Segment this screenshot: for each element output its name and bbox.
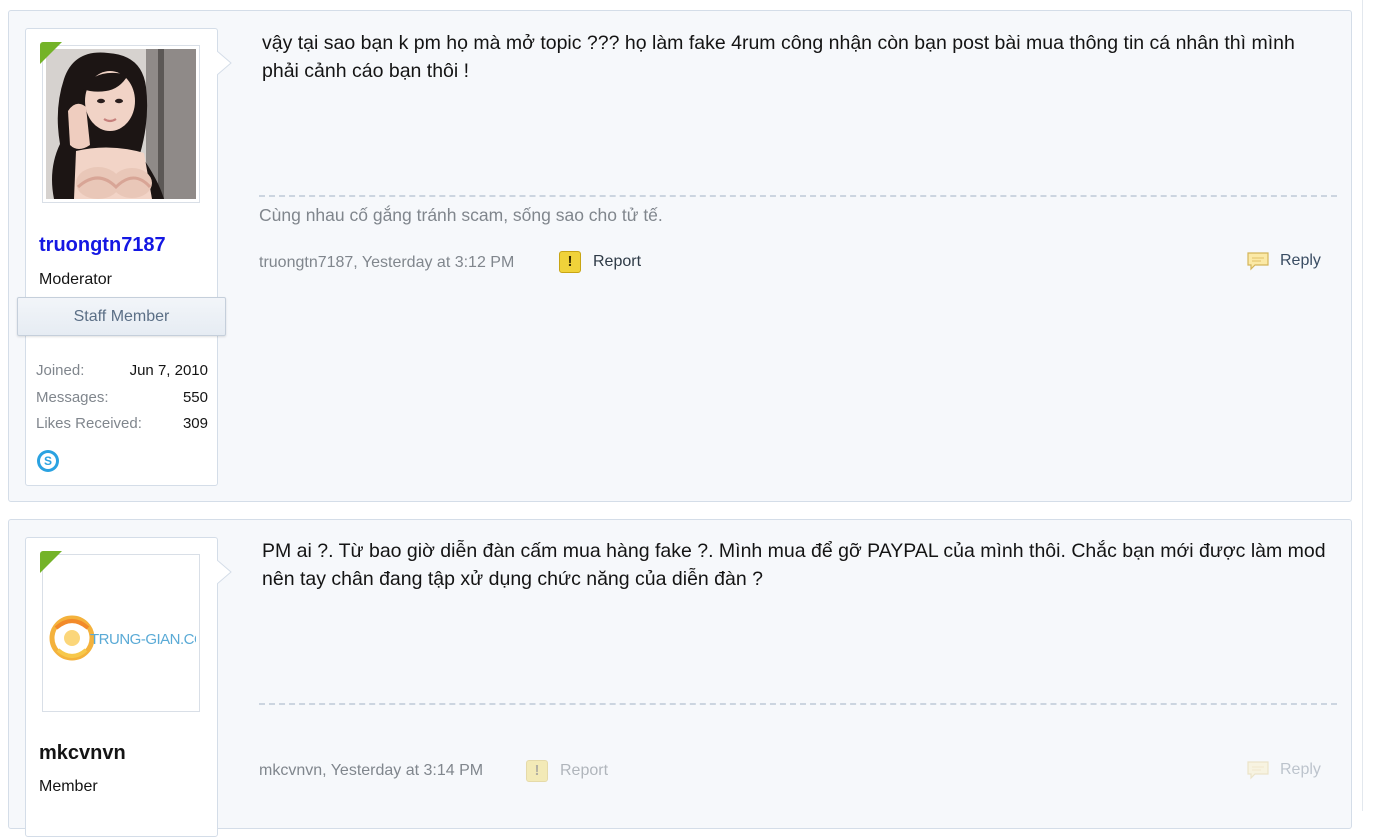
username-link[interactable]: truongtn7187 [39, 234, 166, 257]
signature-divider [259, 195, 1337, 197]
report-button[interactable]: ! Report [526, 760, 608, 782]
page-scroll-rail [1362, 0, 1377, 811]
warning-icon: ! [559, 251, 581, 273]
avatar[interactable] [42, 45, 200, 203]
online-indicator [40, 551, 62, 573]
warning-icon: ! [526, 760, 548, 782]
reply-label: Reply [1280, 761, 1321, 778]
post-meta[interactable]: truongtn7187, Yesterday at 3:12 PM [259, 254, 514, 272]
reply-button[interactable]: Reply [1246, 760, 1321, 780]
message-user-info: truongtn7187 Moderator Staff Member Join… [17, 28, 232, 486]
stat-label: Joined: [36, 362, 85, 379]
stat-label: Messages: [36, 388, 109, 406]
stat-value[interactable]: 550 [183, 389, 208, 406]
stat-messages: Messages: 550 [36, 389, 208, 416]
online-indicator [40, 42, 62, 64]
reply-button[interactable]: Reply [1246, 251, 1321, 271]
stat-joined: Joined: Jun 7, 2010 [36, 362, 208, 389]
post-meta[interactable]: mkcvnvn, Yesterday at 3:14 PM [259, 762, 483, 780]
user-title: Member [39, 778, 98, 795]
user-extra-info: Joined: Jun 7, 2010 Messages: 550 Likes … [36, 362, 208, 442]
avatar-photo [46, 49, 196, 199]
stat-likes: Likes Received: 309 [36, 415, 208, 442]
content-divider [259, 703, 1337, 705]
message-text: vậy tại sao bạn k pm họ mà mở topic ??? … [262, 32, 1295, 82]
username-link[interactable]: mkcvnvn [39, 742, 126, 765]
report-label: Report [560, 762, 609, 779]
message-post: truongtn7187 Moderator Staff Member Join… [8, 10, 1352, 502]
message-user-info: TRUNG-GIAN.COM mkcvnvn Member [25, 537, 232, 837]
avatar[interactable]: TRUNG-GIAN.COM [42, 554, 200, 712]
user-title: Moderator [39, 271, 112, 288]
speech-bubble-icon [1247, 252, 1269, 271]
speech-arrow [217, 560, 232, 584]
report-label: Report [593, 253, 642, 270]
message-post: TRUNG-GIAN.COM mkcvnvn Member PM ai ?. T… [8, 519, 1352, 837]
speech-bubble-icon [1247, 761, 1269, 780]
svg-text:TRUNG-GIAN.COM: TRUNG-GIAN.COM [90, 631, 196, 648]
staff-banner: Staff Member [17, 297, 226, 336]
avatar-logo: TRUNG-GIAN.COM [46, 558, 196, 708]
skype-icon[interactable]: S [37, 450, 59, 472]
stat-value: 309 [182, 415, 208, 432]
signature: Cùng nhau cố gắng tránh scam, sống sao c… [259, 205, 663, 225]
stat-value: Jun 7, 2010 [129, 362, 208, 379]
stat-label: Likes Received: [36, 415, 142, 432]
reply-label: Reply [1280, 252, 1321, 269]
speech-arrow [217, 51, 232, 75]
report-button[interactable]: ! Report [559, 251, 641, 273]
message-text: PM ai ?. Từ bao giờ diễn đàn cấm mua hàn… [262, 540, 1326, 590]
